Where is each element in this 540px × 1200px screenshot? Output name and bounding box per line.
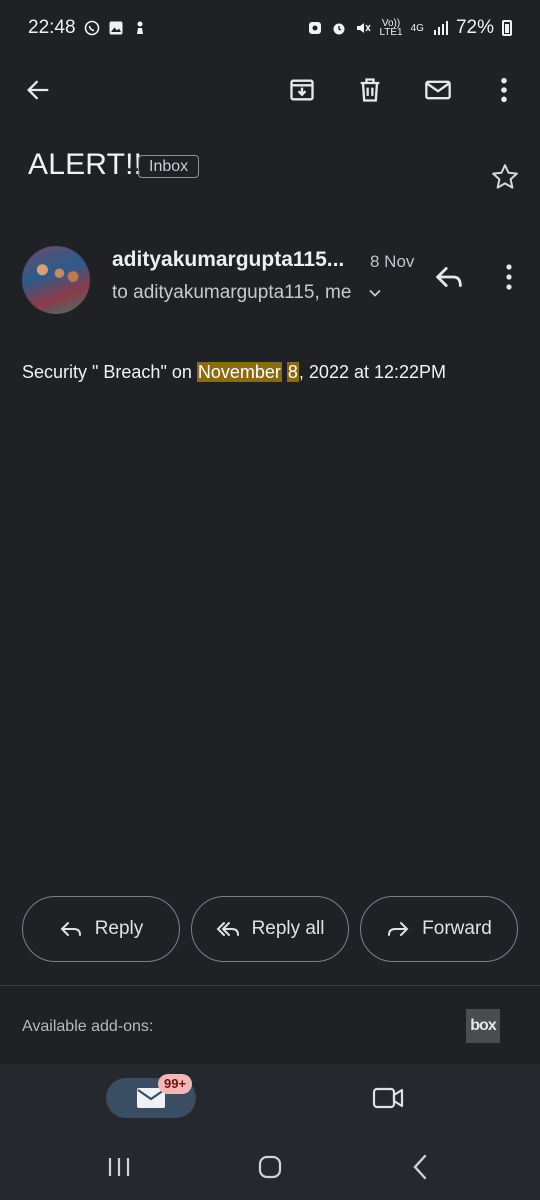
status-time: 22:48 [28,17,76,38]
reply-all-icon [216,922,239,936]
email-actions: Reply Reply all Forward [22,896,518,962]
back-button[interactable] [20,72,56,108]
email-body: Security " Breach" on November 8, 2022 a… [22,362,446,383]
reply-icon[interactable] [432,260,466,294]
body-suffix: , 2022 at 12:22PM [298,362,447,382]
pawn-icon [136,21,143,34]
status-bar: 22:48 Vo)) LTE1 4G 72% [0,0,540,56]
forward-button[interactable]: Forward [360,896,518,962]
reply-button[interactable]: Reply [22,896,180,962]
unread-badge: 99+ [158,1074,193,1094]
mute-icon [357,23,372,33]
archive-button[interactable] [284,72,320,108]
network-type: 4G [410,22,424,34]
battery-icon [502,20,512,36]
more-vert-icon[interactable] [496,260,522,294]
sender-name[interactable]: adityakumargupta115... [112,248,344,272]
back-nav-icon[interactable] [406,1152,436,1182]
whatsapp-icon [84,20,99,36]
avatar[interactable] [22,246,90,314]
video-camera-icon[interactable] [372,1084,404,1112]
body-highlight-day[interactable]: 8 [286,362,299,382]
home-icon[interactable] [255,1152,285,1182]
mark-unread-button[interactable] [420,72,456,108]
delete-button[interactable] [352,72,388,108]
email-subject: ALERT!! [28,148,143,181]
battery-percent: 72% [455,17,494,38]
delete-icon [360,78,380,102]
reply-all-button[interactable]: Reply all [191,896,349,962]
bottom-navigation: 99+ [0,1064,540,1134]
back-arrow-icon [27,80,49,100]
chevron-down-icon[interactable] [368,286,382,300]
mail-icon [425,80,451,100]
recipients[interactable]: to adityakumargupta115, me [112,282,351,304]
sender-header: adityakumargupta115... 8 Nov to adityaku… [22,246,522,316]
more-vert-icon [501,77,507,103]
forward-icon [388,922,409,936]
addons-label: Available add-ons: [22,1018,154,1035]
lock-screen-icon [309,22,322,34]
star-icon[interactable] [490,162,520,192]
archive-icon [290,79,314,101]
email-date: 8 Nov [370,252,415,271]
body-prefix: Security " Breach" on [22,362,197,382]
email-toolbar [0,62,540,118]
divider [0,985,540,986]
box-addon-logo[interactable]: box [466,1009,500,1043]
forward-label: Forward [422,918,492,939]
recent-apps-icon[interactable] [104,1152,134,1182]
reply-label: Reply [94,918,144,939]
volte-bottom: LTE1 [379,27,403,38]
reply-icon [60,922,81,936]
volte-indicator: Vo)) LTE1 [379,19,403,38]
alarm-icon [333,23,345,35]
gallery-icon [109,21,123,35]
body-highlight-month[interactable]: November [196,362,282,382]
subject-row: ALERT!! Inbox [28,146,520,190]
system-navigation [0,1134,540,1200]
reply-all-label: Reply all [251,918,325,939]
inbox-label-chip[interactable]: Inbox [138,155,200,178]
signal-icon [433,21,448,35]
more-options-button[interactable] [486,72,522,108]
